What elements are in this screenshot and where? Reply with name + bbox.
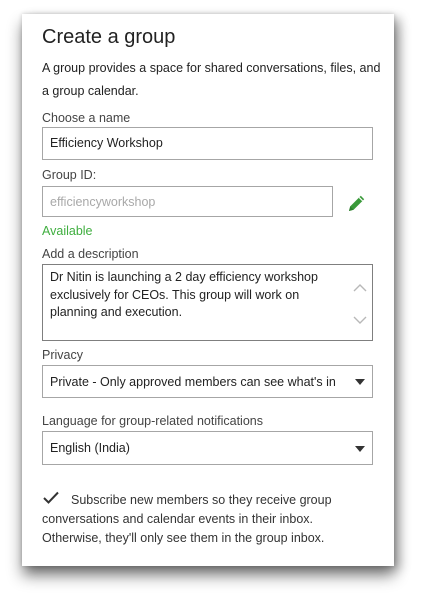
availability-status: Available [42, 224, 93, 238]
chevron-down-icon [355, 379, 365, 385]
group-id-input[interactable]: efficiencyworkshop [42, 186, 333, 217]
chevron-down-icon [355, 446, 365, 452]
textarea-scrollbar[interactable] [352, 281, 368, 327]
description-textarea[interactable]: Dr Nitin is launching a 2 day efficiency… [42, 264, 373, 341]
group-id-label: Group ID: [42, 168, 97, 182]
subscribe-label: Subscribe new members so they receive gr… [42, 493, 332, 545]
dialog-title: Create a group [42, 26, 176, 48]
language-selected-value: English (India) [50, 441, 130, 455]
privacy-label: Privacy [42, 348, 83, 362]
group-name-value: Efficiency Workshop [50, 136, 163, 150]
privacy-selected-value: Private - Only approved members can see … [50, 375, 336, 389]
language-select[interactable]: English (India) [42, 431, 373, 465]
dialog-description: A group provides a space for shared conv… [42, 61, 381, 98]
language-label: Language for group-related notifications [42, 414, 263, 428]
pencil-icon[interactable] [347, 193, 367, 213]
group-id-placeholder: efficiencyworkshop [50, 195, 156, 209]
name-label: Choose a name [42, 111, 131, 125]
description-value: Dr Nitin is launching a 2 day efficiency… [50, 270, 318, 319]
description-label: Add a description [42, 247, 139, 261]
create-group-panel: Create a group A group provides a space … [22, 14, 394, 566]
privacy-select[interactable]: Private - Only approved members can see … [42, 365, 373, 398]
group-name-input[interactable]: Efficiency Workshop [42, 127, 373, 160]
